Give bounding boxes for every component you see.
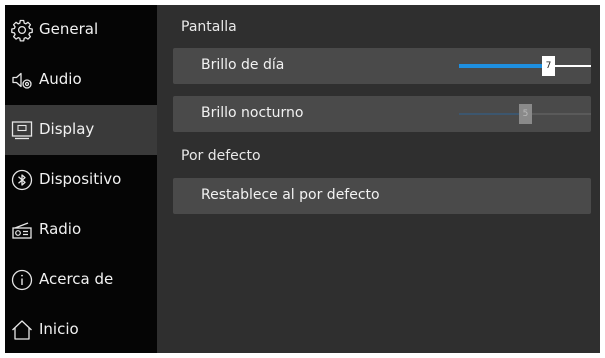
sidebar: General Audio Display Dispositivo Radio …: [5, 5, 157, 353]
slider-fill: [459, 113, 521, 115]
info-icon: [9, 267, 35, 293]
sidebar-item-label: Acerca de: [39, 270, 114, 288]
sidebar-item-dispositivo[interactable]: Dispositivo: [5, 155, 157, 205]
sidebar-item-label: General: [39, 20, 99, 38]
sidebar-item-label: Radio: [39, 220, 82, 238]
reset-defaults-label: Restablece al por defecto: [201, 187, 380, 203]
home-icon: [9, 317, 35, 343]
sidebar-item-radio[interactable]: Radio: [5, 205, 157, 255]
night-brightness-row: Brillo nocturno 5: [173, 96, 591, 132]
sidebar-item-inicio[interactable]: Inicio: [5, 305, 157, 353]
settings-window: General Audio Display Dispositivo Radio …: [5, 5, 600, 353]
night-brightness-slider[interactable]: 5: [459, 104, 591, 124]
speaker-settings-icon: [9, 67, 35, 93]
sidebar-item-acerca-de[interactable]: Acerca de: [5, 255, 157, 305]
night-brightness-label: Brillo nocturno: [201, 105, 304, 121]
sidebar-item-display[interactable]: Display: [5, 105, 157, 155]
display-settings-panel: Pantalla Brillo de día 7 Brillo nocturno…: [157, 5, 600, 353]
day-brightness-slider[interactable]: 7: [459, 56, 591, 76]
sidebar-item-label: Dispositivo: [39, 170, 122, 188]
gear-icon: [9, 17, 35, 43]
slider-thumb[interactable]: 5: [519, 104, 532, 124]
bluetooth-icon: [9, 167, 35, 193]
slider-fill: [459, 64, 544, 68]
section-title-por-defecto: Por defecto: [181, 148, 261, 164]
radio-icon: [9, 217, 35, 243]
section-title-pantalla: Pantalla: [181, 19, 237, 35]
reset-defaults-button[interactable]: Restablece al por defecto: [173, 178, 591, 214]
sidebar-item-general[interactable]: General: [5, 5, 157, 55]
sidebar-item-label: Inicio: [39, 320, 79, 338]
day-brightness-label: Brillo de día: [201, 57, 285, 73]
sidebar-item-label: Audio: [39, 70, 82, 88]
sidebar-item-audio[interactable]: Audio: [5, 55, 157, 105]
day-brightness-row: Brillo de día 7: [173, 48, 591, 84]
sidebar-item-label: Display: [39, 120, 95, 138]
slider-thumb[interactable]: 7: [542, 56, 555, 76]
display-icon: [9, 117, 35, 143]
